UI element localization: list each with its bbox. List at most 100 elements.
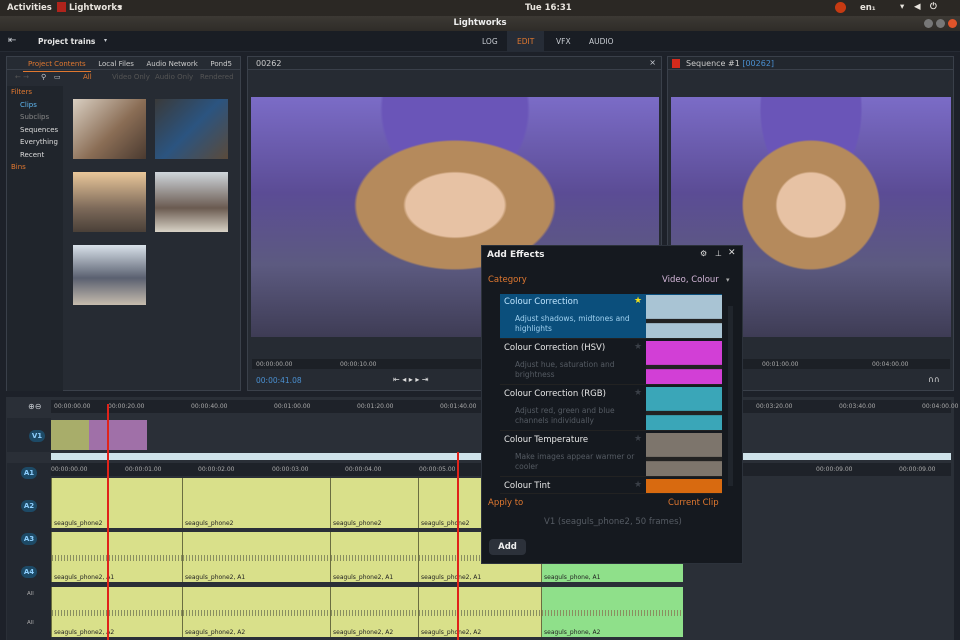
- tab-log[interactable]: LOG: [472, 31, 508, 52]
- effect-item[interactable]: Colour Correction (RGB) Adjust red, green…: [500, 386, 722, 431]
- browser-sidebar: Filters Clips Subclips Sequences Everyth…: [7, 86, 63, 391]
- track-a4[interactable]: A4: [21, 566, 37, 578]
- video-track-clip[interactable]: seaguls_phone2: [330, 478, 418, 528]
- trim-icons[interactable]: ∩∩: [928, 375, 940, 384]
- star-icon[interactable]: ★: [634, 434, 642, 444]
- audio-clip[interactable]: seaguls_phone2, A1: [330, 532, 418, 582]
- track-a3[interactable]: A3: [21, 533, 37, 545]
- star-icon[interactable]: ★: [634, 480, 642, 490]
- effect-name: Colour Tint: [504, 481, 551, 491]
- project-name[interactable]: Project trains: [38, 37, 95, 46]
- view-toggle-icon[interactable]: ▭: [54, 70, 61, 84]
- close-button[interactable]: [948, 19, 957, 28]
- clip-thumbnail[interactable]: [155, 172, 228, 232]
- tab-audio[interactable]: AUDIO: [579, 31, 624, 52]
- track-all[interactable]: All: [27, 591, 34, 597]
- effect-item[interactable]: Colour Correction (HSV) Adjust hue, satur…: [500, 340, 722, 385]
- clip-thumbnail[interactable]: [73, 99, 146, 159]
- audio-clip[interactable]: seaguls_phone2, A1: [182, 532, 330, 582]
- effect-item[interactable]: Colour Temperature Make images appear war…: [500, 432, 722, 477]
- sidebar-item-everything[interactable]: Everything: [7, 136, 63, 149]
- settings-icon[interactable]: ⚙: [700, 249, 707, 258]
- effect-item[interactable]: Colour Tint ★: [500, 478, 722, 494]
- zoom-icons[interactable]: ⊕⊖: [28, 402, 41, 411]
- tray-app-icon[interactable]: [835, 2, 846, 13]
- sidebar-item-recent[interactable]: Recent: [7, 149, 63, 162]
- effect-item[interactable]: Colour Correction Adjust shadows, midtone…: [500, 294, 722, 339]
- volume-icon[interactable]: ◀: [914, 2, 921, 12]
- track-all[interactable]: All: [27, 620, 34, 626]
- tc-label: 00:00:00.00: [256, 361, 293, 368]
- filters-header[interactable]: Filters: [7, 86, 63, 99]
- video-clip[interactable]: [51, 420, 89, 450]
- star-icon[interactable]: ★: [634, 388, 642, 398]
- bins-header[interactable]: Bins: [7, 161, 63, 174]
- chevron-down-icon[interactable]: ▾: [104, 37, 107, 44]
- category-select[interactable]: Video, Colour: [662, 275, 719, 285]
- maximize-button[interactable]: [936, 19, 945, 28]
- sidebar-item-clips[interactable]: Clips: [7, 99, 63, 112]
- sidebar-item-sequences[interactable]: Sequences: [7, 124, 63, 137]
- sequence-id: [00262]: [742, 59, 775, 68]
- video-clip[interactable]: [89, 420, 147, 450]
- audio-track-headers: A1 A2 A3 A4 All All: [7, 463, 51, 640]
- audio-clip[interactable]: seaguls_phone2, A2: [51, 587, 182, 637]
- clip-thumbnail[interactable]: [73, 245, 146, 305]
- audio-clip[interactable]: seaguls_phone2, A2: [330, 587, 418, 637]
- tab-edit[interactable]: EDIT: [507, 31, 545, 52]
- sub-playhead[interactable]: [457, 452, 459, 640]
- track-v1[interactable]: V1: [29, 430, 45, 442]
- minimize-button[interactable]: [924, 19, 933, 28]
- sidebar-item-subclips[interactable]: Subclips: [7, 111, 63, 124]
- add-button[interactable]: Add: [489, 539, 526, 555]
- audio-clip[interactable]: seaguls_phone2, A1: [51, 532, 182, 582]
- effect-thumbnail: [646, 433, 722, 476]
- track-a2[interactable]: A2: [21, 500, 37, 512]
- effect-thumbnail: [646, 387, 722, 430]
- back-icon[interactable]: ← →: [15, 70, 29, 84]
- star-icon[interactable]: ★: [634, 342, 642, 352]
- effect-description: Make images appear warmer or cooler: [515, 452, 635, 471]
- clip-thumbnail[interactable]: [155, 99, 228, 159]
- chevron-down-icon: ▾: [118, 3, 123, 13]
- video-track-clip[interactable]: seaguls_phone2: [51, 478, 182, 528]
- transport-controls[interactable]: ⇤ ◂ ▸ ▸ ⇥: [393, 375, 429, 384]
- filter-all[interactable]: All: [83, 70, 92, 84]
- waveform: [331, 609, 418, 616]
- apply-to-label: Apply to: [488, 498, 524, 508]
- apply-to-select[interactable]: Current Clip: [668, 498, 719, 508]
- filter-rendered[interactable]: Rendered: [200, 70, 234, 84]
- activities-button[interactable]: Activities: [7, 3, 52, 13]
- track-a1[interactable]: A1: [21, 467, 37, 479]
- clip-thumbnail[interactable]: [73, 172, 146, 232]
- window-title-bar: Lightworks: [0, 16, 960, 31]
- power-icon[interactable]: ⏻: [930, 2, 937, 12]
- audio-clip[interactable]: seaguls_phone, A2: [541, 587, 683, 637]
- playhead[interactable]: [107, 404, 109, 640]
- audio-clip[interactable]: seaguls_phone2, A2: [182, 587, 330, 637]
- search-icon[interactable]: ⚲: [41, 70, 46, 84]
- filter-video-only[interactable]: Video Only: [112, 70, 150, 84]
- filter-audio-only[interactable]: Audio Only: [155, 70, 193, 84]
- close-icon[interactable]: ×: [649, 58, 656, 67]
- effect-name: Colour Temperature: [504, 435, 589, 445]
- app-menu[interactable]: Lightworks: [69, 3, 122, 13]
- clip-label: seaguls_phone2, A2: [421, 629, 482, 636]
- clip-label: seaguls_phone2, A1: [421, 574, 482, 581]
- waveform: [331, 554, 418, 561]
- video-track-clip[interactable]: seaguls_phone2: [182, 478, 330, 528]
- audio-clip[interactable]: seaguls_phone2, A2: [418, 587, 541, 637]
- current-timecode[interactable]: 00:00:41.08: [256, 376, 302, 385]
- pin-icon[interactable]: ⊥: [715, 249, 722, 258]
- network-icon[interactable]: ▾: [900, 2, 904, 12]
- tab-vfx[interactable]: VFX: [546, 31, 581, 52]
- close-icon[interactable]: ✕: [728, 248, 736, 258]
- language-indicator[interactable]: en₁: [860, 3, 876, 13]
- star-icon[interactable]: ★: [634, 296, 642, 306]
- ruler-tick-label: 00:00:04.00: [345, 466, 382, 473]
- effects-scrollbar[interactable]: [728, 306, 733, 486]
- ruler-tick-label: 00:00:09.00: [899, 466, 936, 473]
- clip-label: seaguls_phone2, A2: [54, 629, 115, 636]
- exit-icon[interactable]: ⇤: [8, 35, 16, 46]
- clock[interactable]: Tue 16:31: [525, 3, 572, 13]
